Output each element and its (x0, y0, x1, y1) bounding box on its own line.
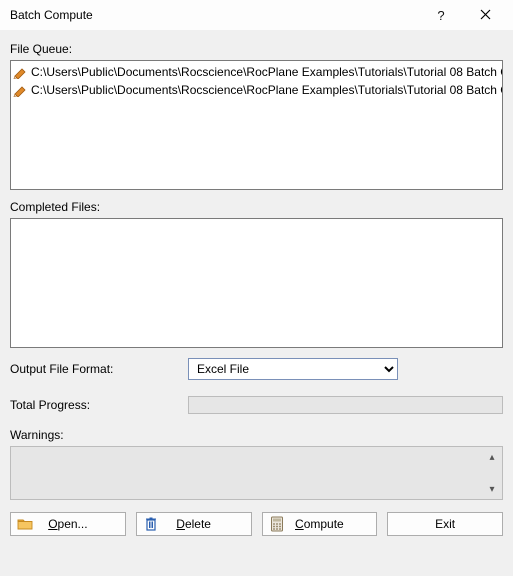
exit-label: Exit (394, 517, 496, 531)
scroll-up-icon[interactable]: ▴ (484, 449, 500, 465)
close-button[interactable] (463, 0, 507, 30)
file-path: C:\Users\Public\Documents\Rocscience\Roc… (31, 65, 503, 79)
window-title: Batch Compute (10, 8, 419, 22)
help-button[interactable]: ? (419, 0, 463, 30)
dialog-content: File Queue: C:\Users\Public\Documents\Ro… (0, 30, 513, 546)
file-icon (13, 65, 27, 79)
list-item[interactable]: C:\Users\Public\Documents\Rocscience\Roc… (13, 63, 503, 81)
calculator-icon (269, 516, 285, 532)
warnings-box: ▴ ▾ (10, 446, 503, 500)
file-queue-list[interactable]: C:\Users\Public\Documents\Rocscience\Roc… (10, 60, 503, 190)
trash-icon (143, 516, 159, 532)
titlebar: Batch Compute ? (0, 0, 513, 30)
open-button[interactable]: Open... (10, 512, 126, 536)
exit-button[interactable]: Exit (387, 512, 503, 536)
output-format-label: Output File Format: (10, 362, 180, 376)
delete-button[interactable]: Delete (136, 512, 252, 536)
compute-button[interactable]: Compute (262, 512, 378, 536)
folder-icon (17, 516, 33, 532)
progress-bar (188, 396, 503, 414)
button-bar: Open... Delete Compute (10, 512, 503, 536)
list-item[interactable]: C:\Users\Public\Documents\Rocscience\Roc… (13, 81, 503, 99)
close-icon (480, 8, 491, 23)
completed-files-label: Completed Files: (10, 200, 503, 214)
file-queue-label: File Queue: (10, 42, 503, 56)
file-path: C:\Users\Public\Documents\Rocscience\Roc… (31, 83, 503, 97)
output-format-select[interactable]: Excel File (188, 358, 398, 380)
total-progress-label: Total Progress: (10, 398, 180, 412)
file-icon (13, 83, 27, 97)
warnings-scrollbar[interactable]: ▴ ▾ (484, 449, 500, 497)
warnings-label: Warnings: (10, 428, 503, 442)
help-icon: ? (437, 8, 444, 23)
scroll-down-icon[interactable]: ▾ (484, 481, 500, 497)
completed-files-list[interactable] (10, 218, 503, 348)
